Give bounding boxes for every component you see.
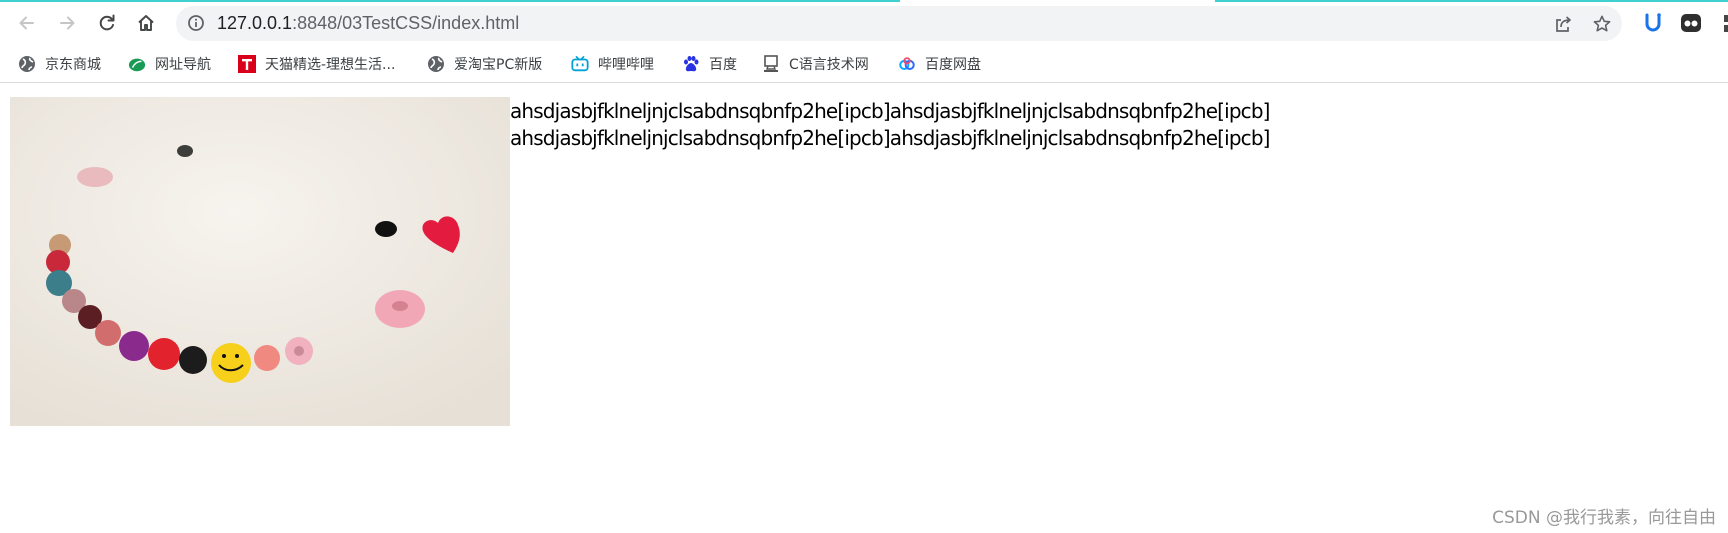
bookmark-label: 哔哩哔哩 [598,57,654,73]
baidu-netdisk-icon [898,55,916,73]
site-info-icon[interactable] [186,13,206,33]
share-icon[interactable] [1552,13,1574,35]
back-arrow-icon [19,16,34,30]
bilibili-icon [571,55,589,73]
bookmark-bilibili[interactable]: 哔哩哔哩 [571,51,654,77]
bookmark-label: 网址导航 [155,57,211,73]
globe-icon [18,55,36,73]
bookmark-label: 爱淘宝PC新版 [454,57,543,73]
bookmark-tmall[interactable]: 天猫精选-理想生活... [238,51,395,77]
bookmark-label: 百度网盘 [925,57,981,73]
url-text[interactable]: 127.0.0.1:8848/03TestCSS/index.html [217,13,519,34]
reload-button[interactable] [92,8,122,38]
content-image [10,97,510,426]
extension-u-icon[interactable] [1641,11,1665,35]
c-language-icon [762,55,780,73]
bookmark-baidu-netdisk[interactable]: 百度网盘 [898,51,981,77]
bookmark-label: 百度 [709,57,737,73]
bookmark-baidu[interactable]: 百度 [682,51,737,77]
forward-arrow-icon [60,16,75,30]
bookmark-nav[interactable]: 网址导航 [128,51,211,77]
forward-button[interactable] [52,8,82,38]
csdn-watermark: CSDN @我行我素，向往自由 [1492,508,1716,528]
text-line: ahsdjasbjfklneljnjclsabdnsqbnfp2he[ipcb]… [510,126,1270,150]
url-path: :8848/03TestCSS/index.html [292,13,520,33]
bookmark-label: 天猫精选-理想生活... [265,57,396,73]
browser-toolbar: 127.0.0.1:8848/03TestCSS/index.html [0,0,1728,43]
bookmarks-bar: 京东商城 网址导航 天猫精选-理想生活... 爱淘宝PC新版 哔哩哔哩 百度 C… [0,47,1728,83]
text-line: ahsdjasbjfklneljnjclsabdnsqbnfp2he[ipcb]… [510,99,1270,123]
bookmark-c-language[interactable]: C语言技术网 [762,51,869,77]
buttons-smiley-photo [10,97,510,426]
baidu-paw-icon [682,55,700,73]
bookmark-label: 京东商城 [45,57,101,73]
home-icon [138,15,154,31]
back-button[interactable] [12,8,42,38]
body-text: ahsdjasbjfklneljnjclsabdnsqbnfp2he[ipcb]… [510,98,1270,152]
url-host: 127.0.0.1 [217,13,293,33]
bookmark-star-icon[interactable] [1591,13,1613,35]
reload-icon [99,14,115,31]
extension-gamepad-icon[interactable] [1679,11,1703,35]
navigation-leaf-icon [128,55,146,73]
tmall-icon [238,55,256,73]
tab-accent-line-right [1215,0,1728,2]
bookmark-aitaobao[interactable]: 爱淘宝PC新版 [427,51,542,77]
bookmark-jd[interactable]: 京东商城 [18,51,101,77]
globe-icon [427,55,445,73]
bookmark-label: C语言技术网 [789,57,869,73]
address-bar[interactable]: 127.0.0.1:8848/03TestCSS/index.html [176,6,1622,41]
tab-accent-line [0,0,900,2]
extension-puzzle-icon[interactable] [1716,11,1728,35]
home-button[interactable] [131,8,161,38]
